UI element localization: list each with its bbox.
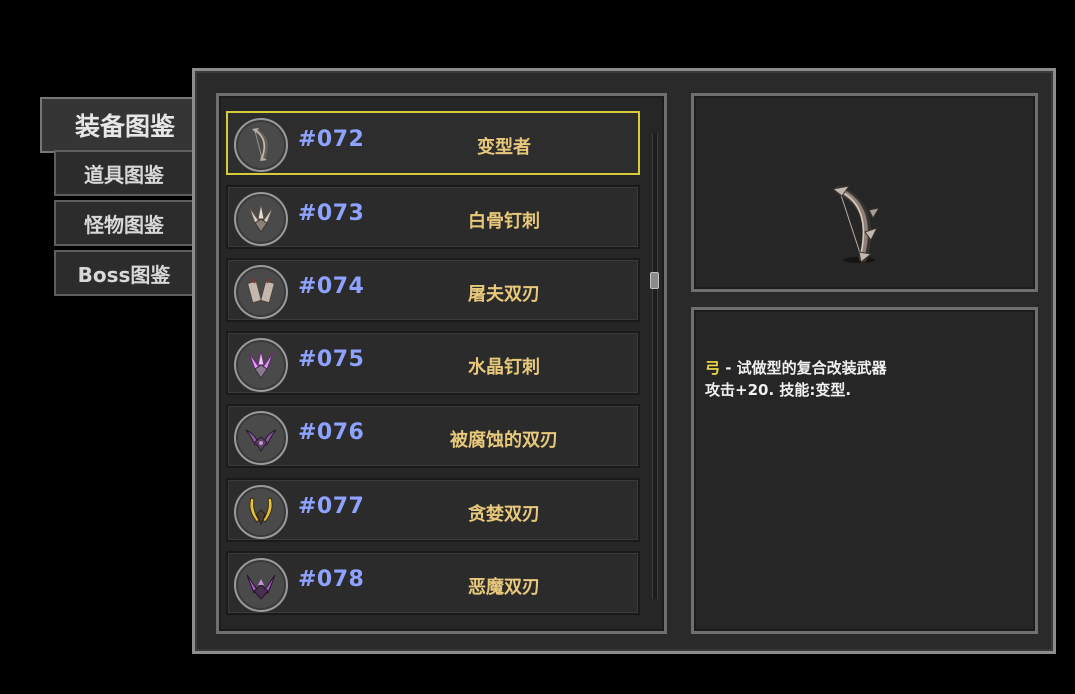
item-number: #072 [298, 127, 365, 152]
tab-label: 道具图鉴 [84, 162, 164, 187]
cleaver-icon [234, 265, 288, 319]
bow-icon [831, 185, 881, 263]
corroded-blades-icon [234, 411, 288, 465]
item-name: 变型者 [477, 137, 531, 158]
list-item[interactable]: #078 恶魔双刃 [226, 551, 640, 615]
golden-blades-icon [234, 485, 288, 539]
description-line: - 试做型的复合改装武器 [720, 359, 887, 377]
list-item[interactable]: #075 水晶钉刺 [226, 331, 640, 395]
item-name: 贪婪双刃 [468, 504, 540, 525]
item-number: #075 [298, 347, 365, 372]
bone-spike-icon [234, 192, 288, 246]
list-scrollbar-thumb[interactable] [650, 272, 659, 289]
tab-label: 怪物图鉴 [84, 212, 164, 237]
tab-item-encyclopedia[interactable]: 道具图鉴 [54, 150, 192, 196]
tab-label: 装备图鉴 [74, 112, 175, 141]
encyclopedia-screen: 装备图鉴 道具图鉴 怪物图鉴 Boss图鉴 #072 变型者 #073 白骨钉刺… [0, 0, 1075, 694]
list-item[interactable]: #072 变型者 [226, 111, 640, 175]
demon-blades-icon [234, 558, 288, 612]
crystal-spike-icon [234, 338, 288, 392]
item-number: #077 [298, 494, 365, 519]
item-description: 弓 - 试做型的复合改装武器 攻击+20. 技能:变型. [705, 357, 1025, 401]
item-name: 恶魔双刃 [468, 577, 540, 598]
tab-monster-encyclopedia[interactable]: 怪物图鉴 [54, 200, 192, 246]
item-number: #074 [298, 274, 365, 299]
item-name: 水晶钉刺 [468, 357, 540, 378]
item-name: 屠夫双刃 [468, 284, 540, 305]
item-name: 白骨钉刺 [468, 211, 540, 232]
bow-icon [234, 118, 288, 172]
tab-boss-encyclopedia[interactable]: Boss图鉴 [54, 250, 192, 296]
item-type-label: 弓 [705, 359, 721, 377]
list-scrollbar-track[interactable] [652, 133, 658, 599]
description-stats: 攻击+20. 技能:变型. [705, 381, 852, 399]
list-item[interactable]: #077 贪婪双刃 [226, 478, 640, 542]
item-number: #073 [298, 201, 365, 226]
item-number: #076 [298, 420, 365, 445]
tab-equipment-encyclopedia[interactable]: 装备图鉴 [40, 97, 194, 153]
tab-label: Boss图鉴 [77, 262, 171, 287]
list-item[interactable]: #073 白骨钉刺 [226, 185, 640, 249]
item-name: 被腐蚀的双刃 [450, 430, 558, 451]
item-number: #078 [298, 567, 365, 592]
list-item[interactable]: #076 被腐蚀的双刃 [226, 404, 640, 468]
list-item[interactable]: #074 屠夫双刃 [226, 258, 640, 322]
